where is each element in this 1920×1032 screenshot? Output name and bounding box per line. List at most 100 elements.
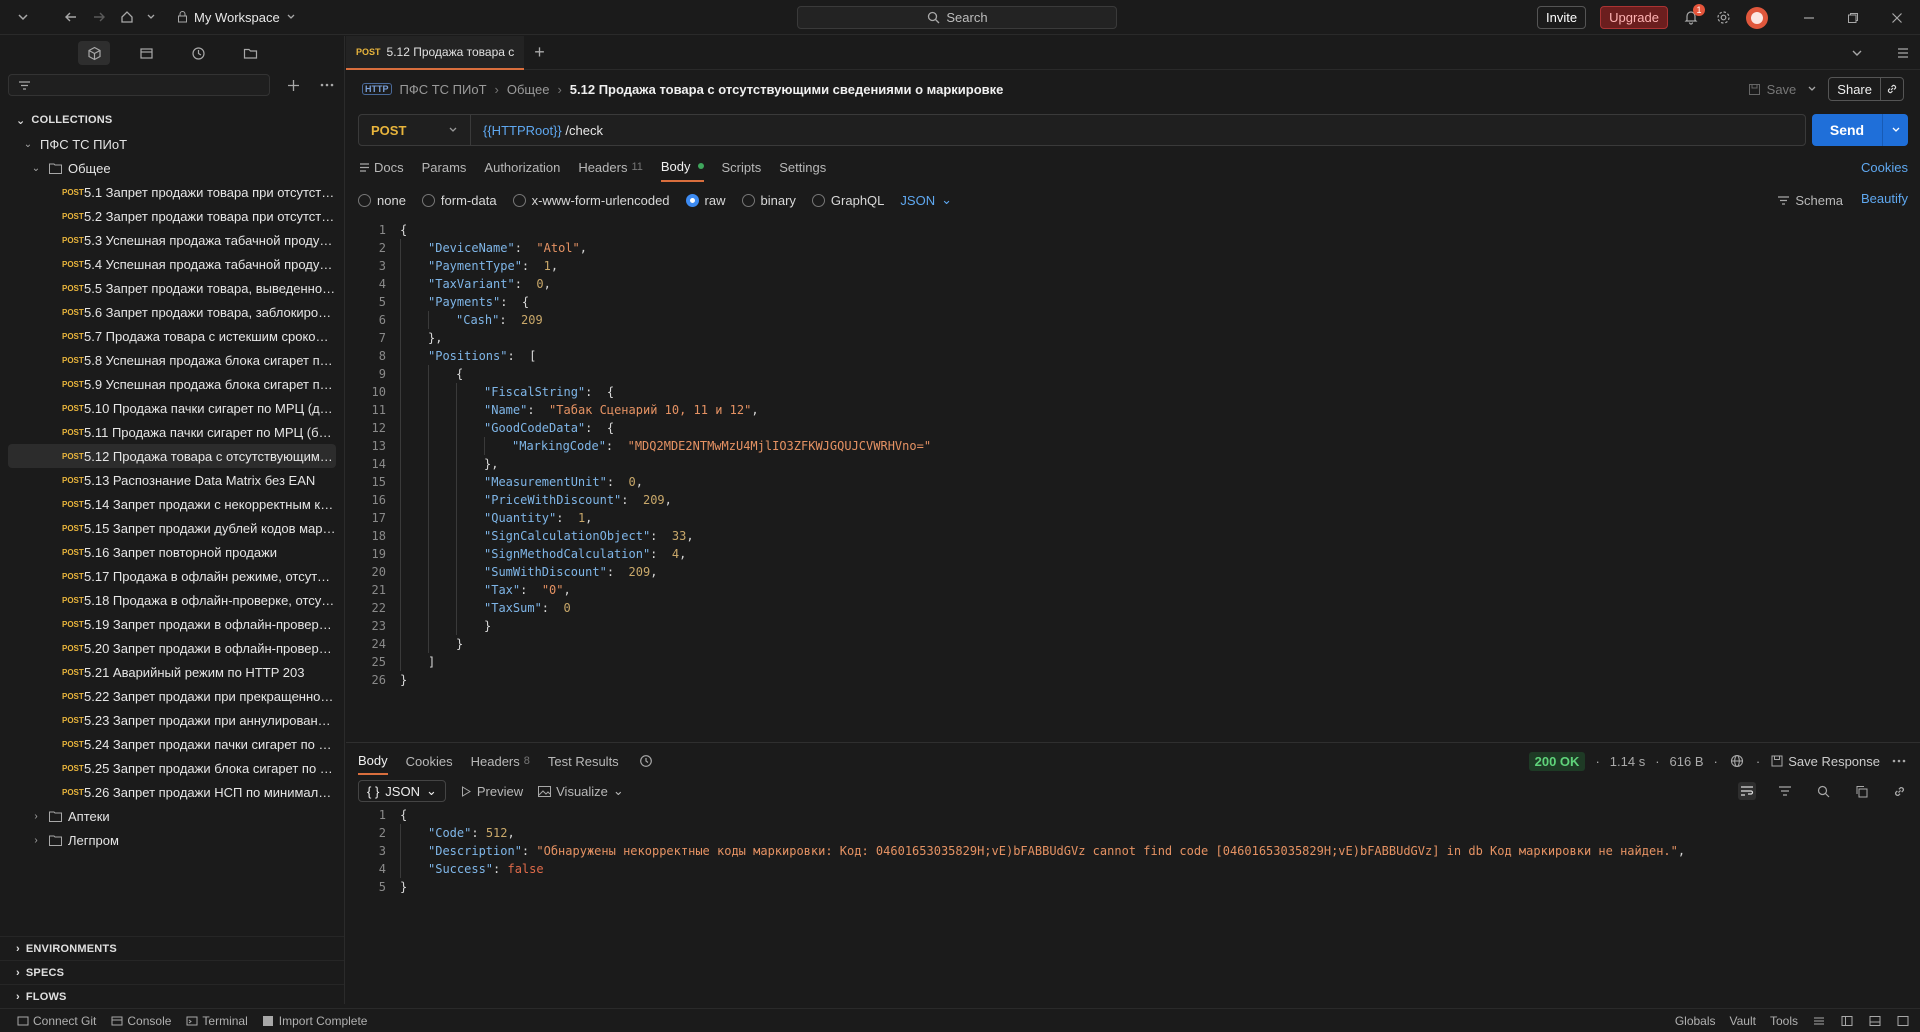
connect-git-button[interactable]: Connect Git bbox=[16, 1012, 96, 1030]
radio-none[interactable]: none bbox=[358, 193, 406, 208]
save-response-button[interactable]: Save Response bbox=[1770, 752, 1880, 770]
help-icon[interactable] bbox=[1896, 1012, 1910, 1030]
environments-tab[interactable] bbox=[130, 41, 162, 65]
sidebar-request-item[interactable]: POST 5.1 Запрет продажи товара при отсутс… bbox=[8, 180, 336, 204]
search-icon[interactable] bbox=[1814, 782, 1832, 800]
history-icon[interactable] bbox=[637, 752, 655, 770]
forward-arrow-icon[interactable] bbox=[90, 8, 108, 26]
tab-scripts[interactable]: Scripts bbox=[722, 152, 762, 182]
response-body-viewer[interactable]: 1{ 2 "Code": 512, 3 "Description": "Обнару… bbox=[358, 806, 1904, 906]
tab-headers[interactable]: Headers 11 bbox=[578, 152, 643, 182]
restore-icon[interactable] bbox=[1844, 9, 1862, 27]
terminal-button[interactable]: Terminal bbox=[185, 1012, 248, 1030]
save-button[interactable]: Save bbox=[1748, 80, 1796, 98]
sidebar-request-item[interactable]: POST 5.11 Продажа пачки сигарет по МРЦ (б… bbox=[8, 420, 336, 444]
home-icon[interactable] bbox=[118, 8, 136, 26]
response-tab-headers[interactable]: Headers 8 bbox=[471, 747, 530, 775]
filter-input[interactable] bbox=[8, 74, 270, 96]
minimize-icon[interactable] bbox=[1800, 9, 1818, 27]
save-dropdown-icon[interactable] bbox=[1806, 80, 1818, 98]
tab-authorization[interactable]: Authorization bbox=[484, 152, 560, 182]
sidebar-request-item[interactable]: POST 5.8 Успешная продажа блока сигарет п… bbox=[8, 348, 336, 372]
sidebar-request-item[interactable]: POST 5.26 Запрет продажи НСП по минимальн… bbox=[8, 780, 336, 804]
tab-params[interactable]: Params bbox=[422, 152, 467, 182]
collections-tab[interactable] bbox=[78, 41, 110, 65]
sidebar-request-item[interactable]: POST 5.23 Запрет продажи при аннулированн… bbox=[8, 708, 336, 732]
global-search[interactable]: Search bbox=[797, 6, 1117, 29]
files-tab[interactable] bbox=[234, 41, 266, 65]
sidebar-request-item[interactable]: POST 5.6 Запрет продажи товара, заблокиро… bbox=[8, 300, 336, 324]
sidebar-request-item[interactable]: POST 5.10 Продажа пачки сигарет по МРЦ (д… bbox=[8, 396, 336, 420]
radio-graphql[interactable]: GraphQL bbox=[811, 193, 884, 208]
new-tab-button[interactable]: + bbox=[534, 42, 545, 63]
environments-section[interactable]: › ENVIRONMENTS bbox=[0, 936, 344, 960]
plus-icon[interactable] bbox=[284, 76, 302, 94]
sidebar-request-item[interactable]: POST 5.7 Продажа товара с истекшим сроком… bbox=[8, 324, 336, 348]
workspace-switcher[interactable]: My Workspace bbox=[176, 8, 296, 26]
close-icon[interactable] bbox=[1888, 9, 1906, 27]
collections-header[interactable]: ⌄ COLLECTIONS bbox=[0, 108, 344, 132]
folder-row-general[interactable]: ⌄ Общее bbox=[0, 156, 344, 180]
globe-icon[interactable] bbox=[1728, 752, 1746, 770]
bottom-pane-icon[interactable] bbox=[1868, 1012, 1882, 1030]
specs-section[interactable]: › SPECS bbox=[0, 960, 344, 984]
status-badge[interactable]: 200 OK bbox=[1528, 751, 1586, 771]
link-icon[interactable] bbox=[1890, 782, 1908, 800]
radio-binary[interactable]: binary bbox=[741, 193, 796, 208]
response-tab-body[interactable]: Body bbox=[358, 747, 388, 775]
request-body-editor[interactable]: 1{ 2 "DeviceName": "Atol", 3 "PaymentType"… bbox=[358, 221, 1904, 736]
sidebar-request-item[interactable]: POST 5.14 Запрет продажи с некорректным к… bbox=[8, 492, 336, 516]
gear-icon[interactable] bbox=[1714, 9, 1732, 27]
sidebar-request-item[interactable]: POST 5.9 Успешная продажа блока сигарет п… bbox=[8, 372, 336, 396]
sidebar-request-item[interactable]: POST 5.12 Продажа товара с отсутствующими… bbox=[8, 444, 336, 468]
panel-divider[interactable] bbox=[346, 742, 1920, 743]
link-icon[interactable] bbox=[1880, 78, 1903, 100]
wrap-lines-icon[interactable] bbox=[1738, 782, 1756, 800]
sidebar-request-item[interactable]: POST 5.2 Запрет продажи товара при отсутс… bbox=[8, 204, 336, 228]
import-status[interactable]: Import Complete bbox=[262, 1012, 367, 1030]
breadcrumb-collection[interactable]: ПФС ТС ПИоТ bbox=[400, 82, 487, 97]
copy-icon[interactable] bbox=[1852, 782, 1870, 800]
invite-button[interactable]: Invite bbox=[1537, 6, 1587, 29]
more-icon[interactable] bbox=[1890, 752, 1908, 770]
tabs-dropdown-icon[interactable] bbox=[1848, 44, 1866, 62]
folder-row-legprom[interactable]: › Легпром bbox=[0, 828, 344, 852]
tab-settings[interactable]: Settings bbox=[779, 152, 826, 182]
page-title[interactable]: 5.12 Продажа товара с отсутствующими све… bbox=[570, 82, 1004, 97]
schema-button[interactable]: Schema bbox=[1776, 191, 1843, 209]
sidebar-request-item[interactable]: POST 5.18 Продажа в офлайн-проверке, отсу… bbox=[8, 588, 336, 612]
back-arrow-icon[interactable] bbox=[62, 8, 80, 26]
tools-button[interactable]: Tools bbox=[1770, 1014, 1798, 1028]
radio-form-data[interactable]: form-data bbox=[421, 193, 497, 208]
more-icon[interactable] bbox=[318, 76, 336, 94]
beautify-button[interactable]: Beautify bbox=[1861, 191, 1908, 209]
tab-body[interactable]: Body bbox=[660, 152, 704, 182]
share-button[interactable]: Share bbox=[1828, 77, 1904, 101]
response-tab-test-results[interactable]: Test Results bbox=[548, 747, 619, 775]
response-time[interactable]: 1.14 s bbox=[1610, 754, 1645, 769]
sidebar-request-item[interactable]: POST 5.15 Запрет продажи дублей кодов мар… bbox=[8, 516, 336, 540]
visualize-button[interactable]: Visualize ⌄ bbox=[537, 782, 624, 800]
sidebar-request-item[interactable]: POST 5.4 Успешная продажа табачной продук… bbox=[8, 252, 336, 276]
settings-sliders-icon[interactable] bbox=[1812, 1012, 1826, 1030]
language-select[interactable]: JSON ⌄ bbox=[900, 192, 952, 208]
collection-row[interactable]: ⌄ ПФС ТС ПИоТ bbox=[0, 132, 344, 156]
response-format-select[interactable]: { } JSON ⌄ bbox=[358, 780, 446, 802]
two-pane-icon[interactable] bbox=[1840, 1012, 1854, 1030]
upgrade-button[interactable]: Upgrade bbox=[1600, 6, 1668, 29]
console-button[interactable]: Console bbox=[110, 1012, 171, 1030]
folder-row-pharmacy[interactable]: › Аптеки bbox=[0, 804, 344, 828]
preview-button[interactable]: Preview bbox=[460, 782, 523, 800]
globals-button[interactable]: Globals bbox=[1675, 1014, 1716, 1028]
flows-section[interactable]: › FLOWS bbox=[0, 984, 344, 1008]
menu-chevron-icon[interactable] bbox=[14, 8, 32, 26]
response-tab-cookies[interactable]: Cookies bbox=[406, 747, 453, 775]
sidebar-request-item[interactable]: POST 5.17 Продажа в офлайн режиме, отсутс… bbox=[8, 564, 336, 588]
filter-icon[interactable] bbox=[1776, 782, 1794, 800]
sidebar-request-item[interactable]: POST 5.22 Запрет продажи при прекращенном… bbox=[8, 684, 336, 708]
response-size[interactable]: 616 B bbox=[1670, 754, 1704, 769]
avatar[interactable] bbox=[1746, 6, 1768, 29]
cookies-link[interactable]: Cookies bbox=[1861, 152, 1908, 182]
sidebar-request-item[interactable]: POST 5.16 Запрет повторной продажи bbox=[8, 540, 336, 564]
request-tab[interactable]: POST 5.12 Продажа товара с bbox=[346, 35, 525, 70]
